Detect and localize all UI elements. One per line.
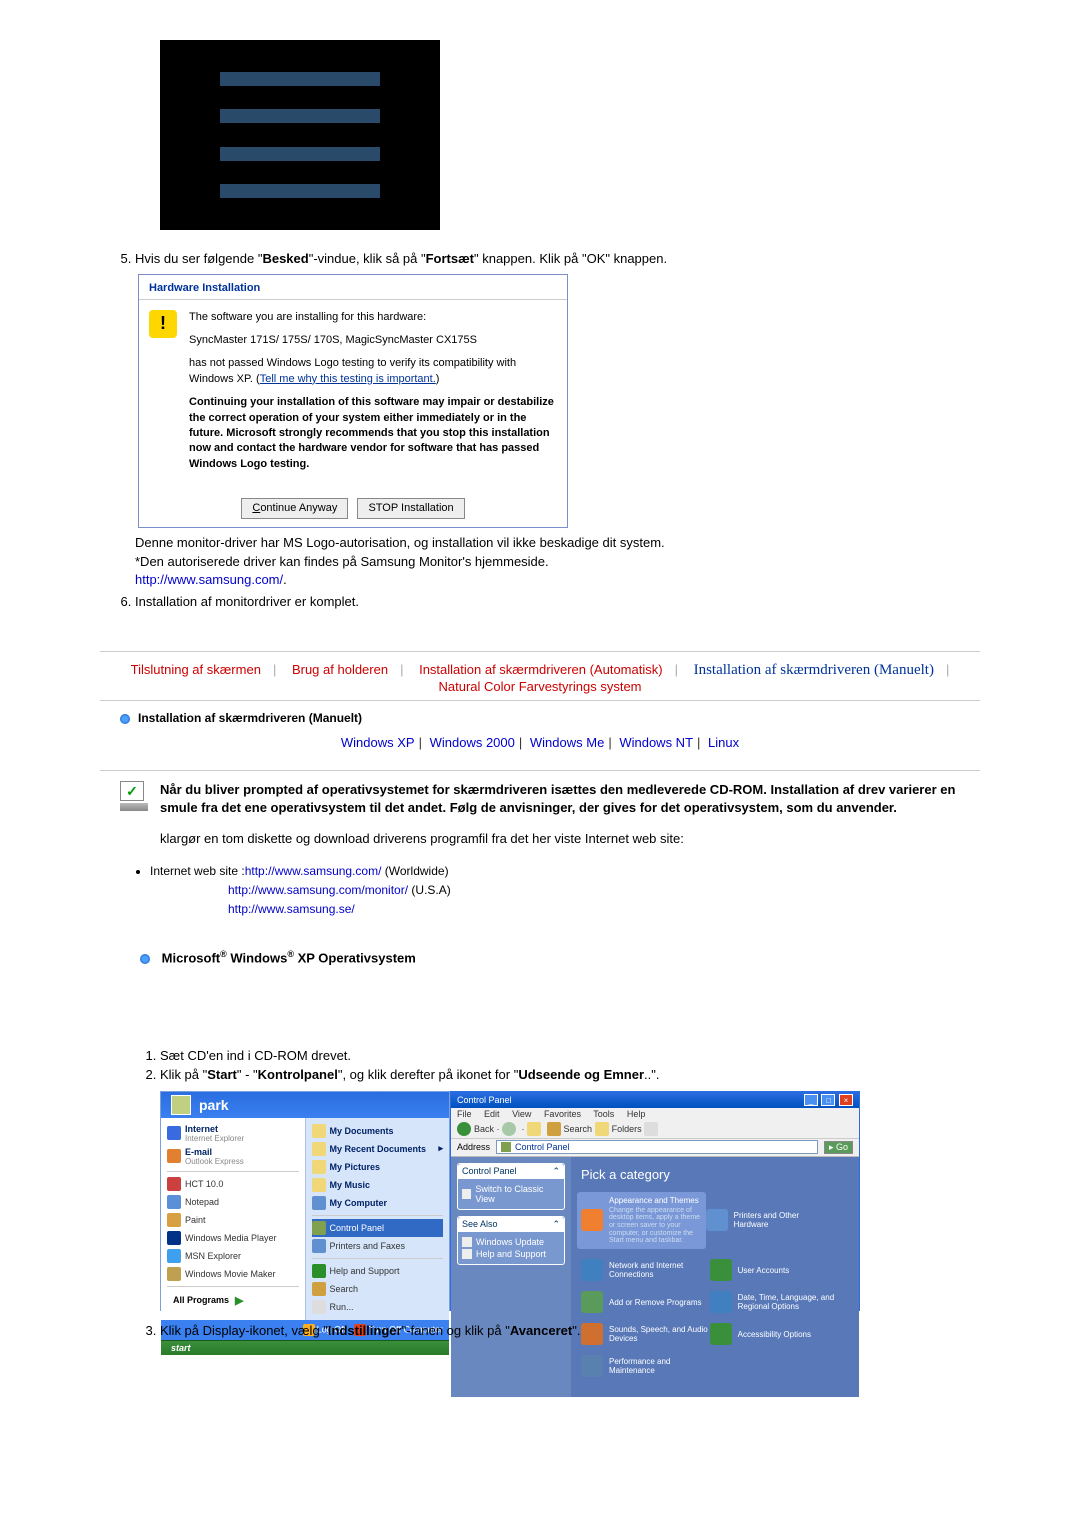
os-link-me[interactable]: Windows Me <box>530 735 604 750</box>
cat-network[interactable]: Network and Internet Connections <box>581 1259 710 1281</box>
cp-window-title: Control Panel <box>457 1095 512 1105</box>
hardware-installation-dialog: Hardware Installation The software you a… <box>138 274 568 528</box>
go-button[interactable]: ▸ Go <box>824 1141 853 1154</box>
stop-installation-button[interactable]: STOP Installation <box>357 498 464 519</box>
start-button[interactable]: start <box>161 1340 449 1355</box>
prompt-regular-text: klargør en tom diskette og download driv… <box>160 830 960 848</box>
search-icon[interactable] <box>547 1122 561 1136</box>
menu-help[interactable]: Help <box>627 1109 646 1119</box>
sm-control-panel[interactable]: Control Panel <box>312 1219 444 1237</box>
cp-menu-bar: File Edit View Favorites Tools Help <box>451 1108 859 1120</box>
sm-hct[interactable]: HCT 10.0 <box>167 1175 299 1193</box>
sm-recent[interactable]: My Recent Documents ▸ <box>312 1140 444 1158</box>
menu-view[interactable]: View <box>512 1109 531 1119</box>
samsung-usa-link[interactable]: http://www.samsung.com/monitor/ (U.S.A) <box>228 881 980 900</box>
cat-performance[interactable]: Performance and Maintenance <box>581 1355 710 1377</box>
user-avatar <box>171 1095 191 1115</box>
cat-datetime[interactable]: Date, Time, Language, and Regional Optio… <box>710 1291 839 1313</box>
switch-classic-view[interactable]: Switch to Classic View <box>462 1183 560 1205</box>
tab-holder[interactable]: Brug af holderen <box>292 662 388 677</box>
sm-search[interactable]: Search <box>312 1280 444 1298</box>
minimize-button[interactable]: _ <box>804 1094 818 1106</box>
cat-printers[interactable]: Printers and Other Hardware <box>706 1192 835 1249</box>
internet-website-item: Internet web site :http://www.samsung.co… <box>150 862 980 881</box>
windows-xp-heading: Microsoft® Windows® XP Operativsystem <box>140 949 980 965</box>
sm-run[interactable]: Run... <box>312 1298 444 1316</box>
address-field[interactable]: Control Panel <box>496 1140 818 1154</box>
samsung-se-link[interactable]: http://www.samsung.se/ <box>228 900 980 919</box>
views-icon[interactable] <box>644 1122 658 1136</box>
sm-mypics[interactable]: My Pictures <box>312 1158 444 1176</box>
section-heading-manual: Installation af skærmdriveren (Manuelt) <box>120 711 980 725</box>
pick-category-heading: Pick a category <box>581 1167 849 1182</box>
os-links: Windows XP| Windows 2000| Windows Me| Wi… <box>100 735 980 750</box>
address-label: Address <box>457 1142 490 1152</box>
sm-mymusic[interactable]: My Music <box>312 1176 444 1194</box>
samsung-worldwide-link[interactable]: http://www.samsung.com/ <box>245 864 382 878</box>
sm-printers[interactable]: Printers and Faxes <box>312 1237 444 1255</box>
sm-wmm[interactable]: Windows Movie Maker <box>167 1265 299 1283</box>
warning-icon <box>149 310 177 338</box>
tab-driver-manual[interactable]: Installation af skærmdriveren (Manuelt) <box>694 662 934 679</box>
menu-favorites[interactable]: Favorites <box>544 1109 581 1119</box>
sm-paint[interactable]: Paint <box>167 1211 299 1229</box>
tab-driver-auto[interactable]: Installation af skærmdriveren (Automatis… <box>419 662 662 677</box>
sm-all-programs[interactable]: All Programs▶ <box>167 1290 299 1311</box>
collapse-icon[interactable]: ⌃ <box>552 1166 560 1177</box>
sm-notepad[interactable]: Notepad <box>167 1193 299 1211</box>
cat-appearance[interactable]: Appearance and ThemesChange the appearan… <box>577 1192 706 1249</box>
sm-wmp[interactable]: Windows Media Player <box>167 1229 299 1247</box>
nav-tabs: Tilslutning af skærmen| Brug af holderen… <box>100 651 980 701</box>
cat-addremove[interactable]: Add or Remove Programs <box>581 1291 710 1313</box>
tell-me-why-link[interactable]: Tell me why this testing is important. <box>260 373 436 385</box>
continue-anyway-button[interactable]: CContinue Anywayontinue Anyway <box>241 498 348 519</box>
dialog-title: Hardware Installation <box>139 275 567 299</box>
cat-accessibility[interactable]: Accessibility Options <box>710 1323 839 1345</box>
checkmark-icon: ✓ <box>120 781 160 848</box>
step5-note: Denne monitor-driver har MS Logo-autoris… <box>135 534 980 589</box>
collapse-icon-2[interactable]: ⌃ <box>552 1219 560 1230</box>
dialog-line-model: SyncMaster 171S/ 175S/ 170S, MagicSyncMa… <box>189 333 557 348</box>
back-icon[interactable] <box>457 1122 471 1136</box>
os-link-linux[interactable]: Linux <box>708 735 739 750</box>
cp-side-header: Control Panel <box>462 1166 517 1176</box>
cat-sounds[interactable]: Sounds, Speech, and Audio Devices <box>581 1323 710 1345</box>
xp-step-1: Sæt CD'en ind i CD-ROM drevet. <box>160 1046 980 1066</box>
menu-file[interactable]: File <box>457 1109 472 1119</box>
sm-mycomp[interactable]: My Computer <box>312 1194 444 1212</box>
os-link-nt[interactable]: Windows NT <box>619 735 693 750</box>
step-5: Hvis du ser følgende "Besked"-vindue, kl… <box>135 250 980 589</box>
side-help-support[interactable]: Help and Support <box>462 1248 560 1260</box>
sm-help[interactable]: Help and Support <box>312 1262 444 1280</box>
dialog-warning-text: Continuing your installation of this sof… <box>189 395 557 472</box>
os-link-2000[interactable]: Windows 2000 <box>430 735 515 750</box>
sm-internet[interactable]: InternetInternet Explorer <box>167 1122 299 1145</box>
close-button[interactable]: × <box>839 1094 853 1106</box>
dialog-line-hardware: The software you are installing for this… <box>189 310 557 325</box>
maximize-button[interactable]: □ <box>821 1094 835 1106</box>
folders-icon[interactable] <box>595 1122 609 1136</box>
sm-msn[interactable]: MSN Explorer <box>167 1247 299 1265</box>
prompt-bold-text: Når du bliver prompted af operativsystem… <box>160 781 960 817</box>
side-windows-update[interactable]: Windows Update <box>462 1236 560 1248</box>
dialog-line-logotest: has not passed Windows Logo testing to v… <box>189 356 557 387</box>
start-menu-screenshot: park InternetInternet Explorer E-mailOut… <box>160 1091 450 1311</box>
os-link-xp[interactable]: Windows XP <box>341 735 415 750</box>
menu-edit[interactable]: Edit <box>484 1109 500 1119</box>
sm-mydocs[interactable]: My Documents <box>312 1122 444 1140</box>
tab-natural-color[interactable]: Natural Color Farvestyrings system <box>439 679 642 694</box>
xp-step-2: Klik på "Start" - "Kontrolpanel", og kli… <box>160 1065 980 1085</box>
username-label: park <box>199 1097 229 1113</box>
tab-connect[interactable]: Tilslutning af skærmen <box>131 662 261 677</box>
samsung-link[interactable]: http://www.samsung.com/ <box>135 572 283 587</box>
see-also-header: See Also <box>462 1219 498 1229</box>
control-panel-screenshot: Control Panel _ □ × File Edit View Favor… <box>450 1091 860 1311</box>
cat-users[interactable]: User Accounts <box>710 1259 839 1281</box>
forward-icon <box>502 1122 516 1136</box>
screenshot-image-top <box>160 40 440 230</box>
step-6: Installation af monitordriver er komplet… <box>135 593 980 611</box>
up-icon[interactable] <box>527 1122 541 1136</box>
sm-email[interactable]: E-mailOutlook Express <box>167 1145 299 1168</box>
menu-tools[interactable]: Tools <box>593 1109 614 1119</box>
